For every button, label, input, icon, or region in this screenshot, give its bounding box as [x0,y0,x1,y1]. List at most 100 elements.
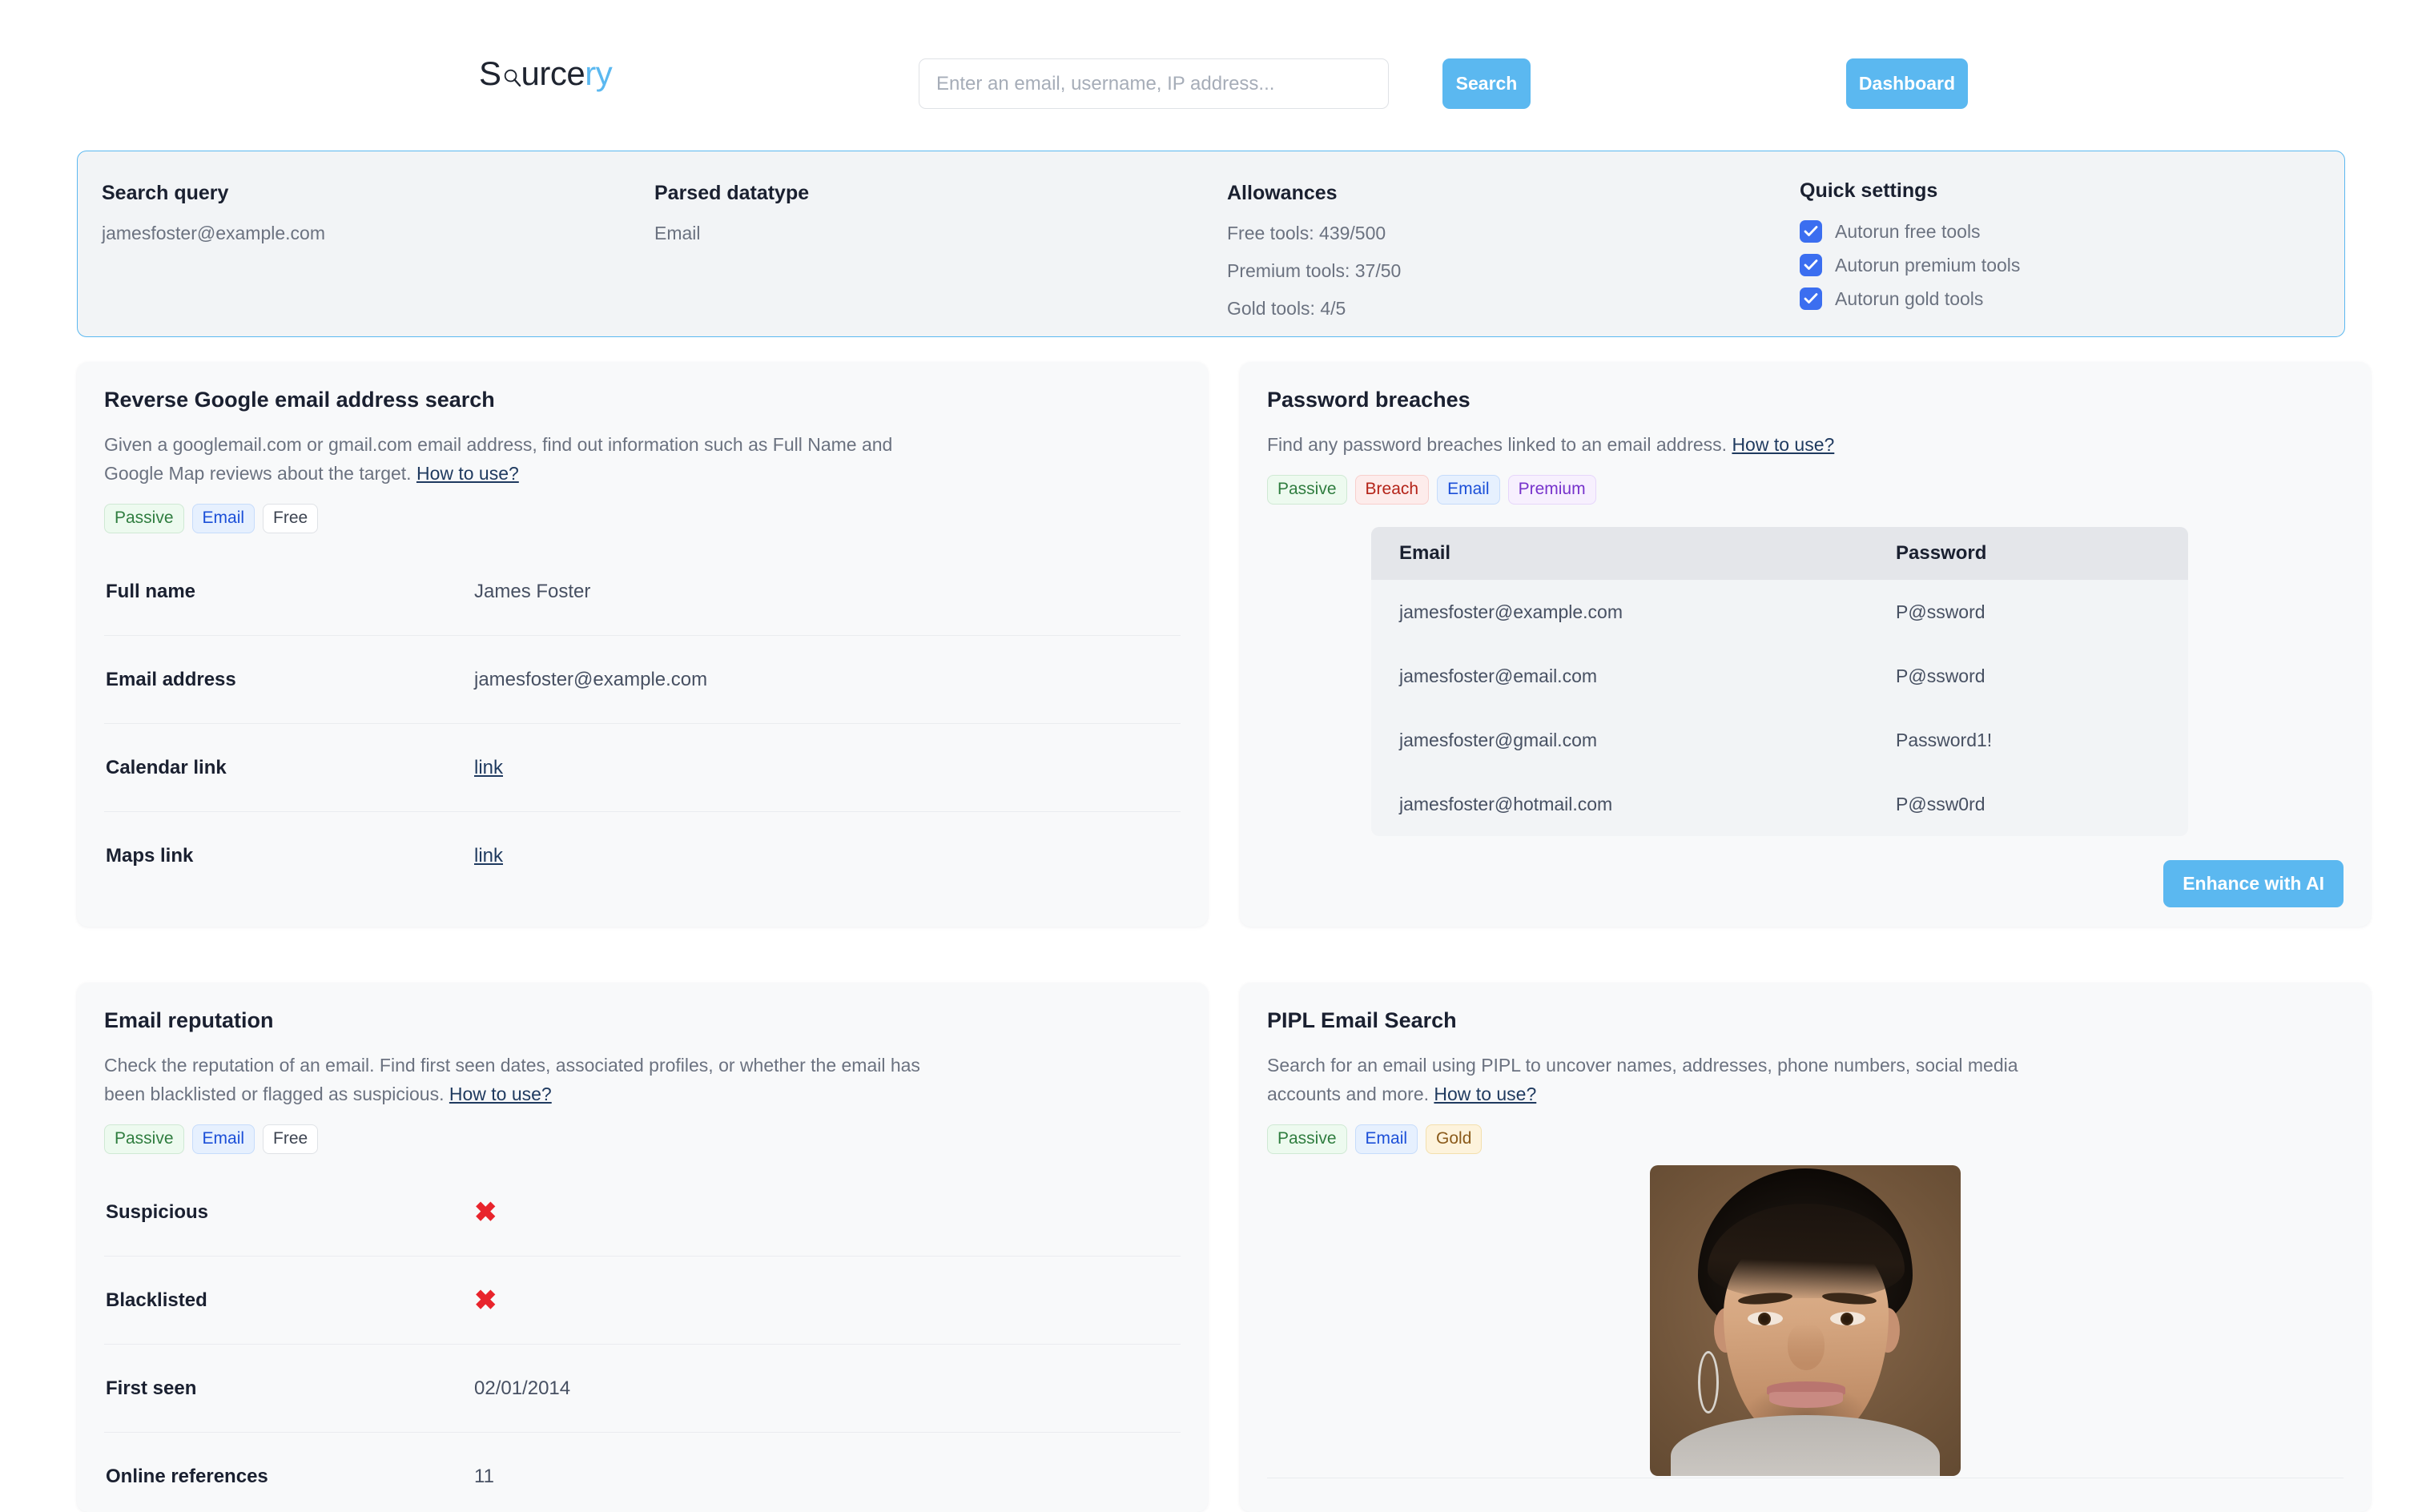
allowance-free-tools: Free tools: 439/500 [1227,223,1386,243]
query-info-banner: Search query jamesfoster@example.com Par… [77,151,2345,337]
tag-breach: Breach [1354,475,1430,505]
calendar-link[interactable]: link [474,757,503,778]
cell-email: jamesfoster@example.com [1399,601,1623,622]
allowances-title: Allowances [1227,182,1338,204]
how-to-use-link[interactable]: How to use? [1434,1084,1536,1104]
table-row: jamesfoster@email.com P@ssword [1371,644,2188,708]
table-header-row: Email Password [1371,527,2188,581]
quick-settings-column: Quick settings Autorun free tools Autoru… [1800,151,2344,336]
row-key: Calendar link [106,756,227,778]
table-row: Calendar link link [104,724,1181,813]
maps-link[interactable]: link [474,845,503,867]
card-description: Search for an email using PIPL to uncove… [1267,1051,2084,1108]
column-header-email: Email [1399,542,1451,565]
photo-lower-lip [1769,1392,1843,1409]
table-row: jamesfoster@hotmail.com P@ssw0rd [1371,772,2188,836]
card-title: Reverse Google email address search [104,388,495,412]
card-email-reputation: Email reputation Check the reputation of… [77,983,1208,1512]
table-row: Suspicious ✖ [104,1168,1181,1257]
search-button[interactable]: Search [1442,58,1531,109]
how-to-use-link[interactable]: How to use? [416,463,519,484]
quick-setting-label: Autorun premium tools [1835,254,2021,275]
tag-row: Passive Email Gold [1267,1124,2344,1155]
allowance-premium-tools: Premium tools: 37/50 [1227,260,1402,281]
tag-email: Email [191,1124,255,1155]
cell-password: P@ssword [1896,665,1985,686]
card-description: Check the reputation of an email. Find f… [104,1051,921,1108]
table-row: Maps link link [104,812,1181,900]
cell-password: P@ssword [1896,601,1985,622]
quick-setting-autorun-premium[interactable]: Autorun premium tools [1800,254,2344,276]
checkbox-checked-icon[interactable] [1800,288,1822,310]
quick-setting-label: Autorun free tools [1835,220,1981,242]
tag-email: Email [1354,1124,1418,1155]
search-query-column: Search query jamesfoster@example.com [78,151,654,336]
app-header: Surcery Search Dashboard [0,0,2422,109]
enhance-with-ai-button[interactable]: Enhance with AI [2163,860,2344,907]
row-key: Online references [106,1466,268,1488]
how-to-use-link[interactable]: How to use? [1732,434,1834,455]
tag-passive: Passive [104,504,184,534]
row-key: Suspicious [106,1200,209,1223]
cross-mark-icon: ✖ [474,1196,497,1228]
cross-mark-icon: ✖ [474,1285,497,1316]
tag-gold: Gold [1426,1124,1483,1155]
tag-email: Email [1437,475,1500,505]
search-query-title: Search query [102,182,229,204]
tag-passive: Passive [1267,1124,1347,1155]
table-row: jamesfoster@example.com P@ssword [1371,580,2188,644]
cell-password: P@ssw0rd [1896,793,1985,814]
allowance-gold-tools: Gold tools: 4/5 [1227,298,1346,319]
checkbox-checked-icon[interactable] [1800,220,1822,243]
table-row: jamesfoster@gmail.com Password1! [1371,708,2188,772]
card-description: Given a googlemail.com or gmail.com emai… [104,430,921,488]
row-value: 02/01/2014 [474,1377,571,1399]
photo-iris [1841,1313,1853,1326]
app-logo[interactable]: Surce ry [479,54,613,93]
search-input[interactable] [919,58,1389,109]
cell-password: Password1! [1896,729,1993,750]
row-key: First seen [106,1377,197,1399]
row-value: jamesfoster@example.com [474,668,708,690]
table-row: Blacklisted ✖ [104,1257,1181,1345]
tag-premium: Premium [1507,475,1596,505]
breach-table: Email Password jamesfoster@example.com P… [1371,527,2188,837]
parsed-datatype-title: Parsed datatype [654,182,810,204]
parsed-datatype-column: Parsed datatype Email [654,151,1227,336]
quick-setting-autorun-gold[interactable]: Autorun gold tools [1800,288,2344,310]
logo-text-ry: ry [585,54,613,92]
row-value: 11 [474,1466,494,1488]
checkbox-checked-icon[interactable] [1800,254,1822,276]
quick-setting-autorun-free[interactable]: Autorun free tools [1800,220,2344,243]
table-row: Full name James Foster [104,548,1181,637]
table-row: First seen 02/01/2014 [104,1345,1181,1434]
card-description: Find any password breaches linked to an … [1267,430,2084,459]
tag-passive: Passive [104,1124,184,1155]
quick-setting-label: Autorun gold tools [1835,288,1984,309]
row-value: James Foster [474,580,591,602]
results-table: Suspicious ✖ Blacklisted ✖ First seen 02… [104,1168,1181,1512]
row-key: Full name [106,580,196,602]
cell-email: jamesfoster@hotmail.com [1399,793,1613,814]
cell-email: jamesfoster@email.com [1399,665,1598,686]
card-title: PIPL Email Search [1267,1008,1457,1032]
results-table: Full name James Foster Email address jam… [104,548,1181,900]
table-row: Email address jamesfoster@example.com [104,636,1181,725]
allowances-column: Allowances Free tools: 439/500 Premium t… [1227,151,1800,336]
card-password-breaches: Password breaches Find any password brea… [1240,362,2371,927]
card-description-text: Find any password breaches linked to an … [1267,434,1728,455]
card-description-text: Search for an email using PIPL to uncove… [1267,1055,2018,1104]
parsed-datatype-value: Email [654,223,701,243]
portrait-photo [1650,1165,1961,1477]
tag-free: Free [263,504,319,534]
logo-text-s: S [479,54,501,92]
photo-hoop-earring [1698,1351,1719,1414]
photo-area [1267,1165,2344,1477]
tag-row: Passive Breach Email Premium [1267,475,2344,505]
row-key: Blacklisted [106,1289,207,1311]
how-to-use-link[interactable]: How to use? [449,1084,552,1104]
tag-passive: Passive [1267,475,1347,505]
tag-email: Email [191,504,255,534]
row-key: Maps link [106,845,194,867]
dashboard-button[interactable]: Dashboard [1846,58,1968,109]
